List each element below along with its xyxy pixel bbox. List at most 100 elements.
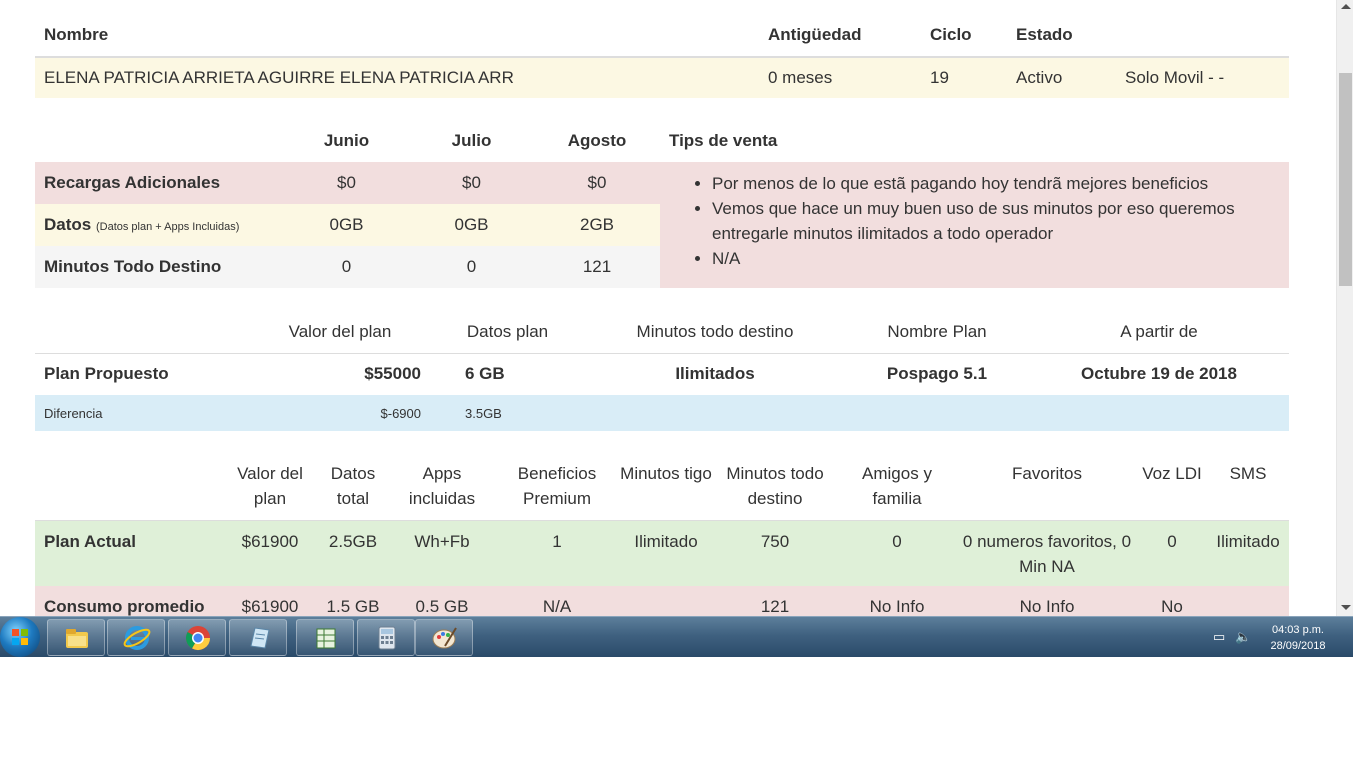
propuesta-nombre: Pospago 5.1 [886,364,988,384]
customer-antiguedad: 0 meses [759,57,921,98]
windows-logo-icon [12,629,28,645]
propuesta-header-row: Valor del plan Datos plan Minutos todo d… [35,311,1289,354]
actual-table: Valor del plan Datos total Apps incluida… [35,454,1289,626]
tips-list: Por menos de lo que estã pagando hoy ten… [694,171,1279,271]
volume-icon[interactable]: 🔈 [1235,630,1251,644]
header-valor-plan: Valor del plan [250,311,430,354]
plan-actual-row: Plan Actual $61900 2.5GB Wh+Fb 1 Ilimita… [35,520,1289,586]
datos-julio: 0GB [409,204,534,246]
header-tipo [1116,14,1289,58]
datos-agosto: 2GB [534,204,660,246]
propuesta-fecha: Octubre 19 de 2018 [1081,364,1237,384]
taskbar-spreadsheet[interactable] [296,619,354,656]
paint-icon [432,627,457,649]
customer-estado: Activo [1007,57,1116,98]
start-button[interactable] [0,617,40,657]
customer-row: ELENA PATRICIA ARRIETA AGUIRRE ELENA PAT… [35,57,1289,98]
clock-date: 28/09/2018 [1270,640,1326,652]
network-icon[interactable]: ▭ [1213,630,1227,644]
taskbar-internet-explorer[interactable] [107,619,165,656]
internet-explorer-icon [123,626,151,650]
recargas-junio: $0 [284,162,409,204]
taskbar-file-explorer[interactable] [47,619,105,656]
diferencia-label: Diferencia [35,395,250,431]
spreadsheet-icon [316,628,336,649]
diferencia-datos: 3.5GB [430,395,585,431]
clock-time: 04:03 p.m. [1272,624,1324,636]
header-minutos: Minutos todo destino [585,311,845,354]
taskbar: ▭ 🔈 04:03 p.m. 28/09/2018 [0,616,1353,657]
table-cell: 1 [495,520,619,586]
scroll-up-icon[interactable] [1341,4,1351,9]
minutos-junio: 0 [284,246,409,288]
month-agosto: Agosto [567,131,627,150]
header-antiguedad: Antigüedad [759,14,921,58]
customer-tipo: Solo Movil - - [1116,57,1289,98]
header-datos-plan: Datos plan [430,311,585,354]
table-cell: 750 [713,520,837,586]
header-valor: Valor del plan [223,454,317,521]
minutos-agosto: 121 [534,246,660,288]
propuesta-minutos: Ilimitados [675,364,755,384]
table-cell: 0 numeros favoritos, 0 Min NA [957,520,1137,586]
calculator-icon [378,626,396,650]
diferencia-row: Diferencia $-6900 3.5GB [35,395,1289,431]
vertical-scrollbar[interactable] [1336,0,1353,616]
header-voz-ldi: Voz LDI [1137,454,1207,521]
table-cell: $61900 [223,520,317,586]
taskbar-notes[interactable] [229,619,287,656]
table-cell: 0 [837,520,957,586]
tip-item: N/A [712,246,1279,271]
recargas-label: Recargas Adicionales [35,162,284,204]
taskbar-calculator[interactable] [357,619,415,656]
recargas-julio: $0 [409,162,534,204]
month-junio: Junio [323,131,370,150]
header-datos-total: Datos total [317,454,389,521]
propuesta-datos: 6 GB [465,364,505,384]
header-nombre-plan: Nombre Plan [845,311,1029,354]
notes-icon [250,627,270,649]
header-a-partir: A partir de [1029,311,1289,354]
propuesta-label: Plan Propuesto [44,364,169,384]
table-cell: Ilimitado [1207,520,1289,586]
customer-header-row: Nombre Antigüedad Ciclo Estado [35,14,1289,58]
taskbar-chrome[interactable] [168,619,226,656]
scroll-thumb[interactable] [1339,73,1352,286]
diferencia-valor: $-6900 [250,395,430,431]
recargas-agosto: $0 [534,162,660,204]
propuesta-table: Valor del plan Datos plan Minutos todo d… [35,311,1289,431]
customer-name: ELENA PATRICIA ARRIETA AGUIRRE ELENA PAT… [35,57,759,98]
table-cell: Wh+Fb [389,520,495,586]
header-sms: SMS [1207,454,1289,521]
clock[interactable]: 04:03 p.m. 28/09/2018 [1252,622,1344,654]
header-minutos-tigo: Minutos tigo [619,454,713,521]
tip-item: Vemos que hace un muy buen uso de sus mi… [712,196,1279,246]
table-cell: 0 [1137,520,1207,586]
plan-actual-label: Plan Actual [35,520,223,586]
datos-label: Datos [44,215,92,234]
datos-note: (Datos plan + Apps Incluidas) [95,221,240,233]
header-estado: Estado [1007,14,1116,58]
actual-header-row: Valor del plan Datos total Apps incluida… [35,454,1289,521]
tips-cell: Por menos de lo que estã pagando hoy ten… [660,162,1289,288]
minutos-julio: 0 [409,246,534,288]
header-ciclo: Ciclo [921,14,1007,58]
propuesta-valor: $55000 [364,364,421,384]
scroll-down-icon[interactable] [1341,605,1351,610]
consumo-table: Junio Julio Agosto Tips de venta Recarga… [35,120,1289,288]
chrome-icon [185,626,210,651]
file-explorer-icon [66,629,88,648]
header-amigos: Amigos y familia [837,454,957,521]
taskbar-paint[interactable] [415,619,473,656]
datos-label-cell: Datos (Datos plan + Apps Incluidas) [35,204,284,246]
header-apps: Apps incluidas [389,454,495,521]
header-favoritos: Favoritos [957,454,1137,521]
month-julio: Julio [451,131,492,150]
propuesta-row: Plan Propuesto $55000 6 GB Ilimitados Po… [35,353,1289,395]
consumo-header-row: Junio Julio Agosto Tips de venta [35,120,1289,162]
header-beneficios: Beneficios Premium [495,454,619,521]
header-minutos-todo: Minutos todo destino [713,454,837,521]
table-cell: Ilimitado [619,520,713,586]
datos-junio: 0GB [284,204,409,246]
customer-ciclo: 19 [921,57,1007,98]
